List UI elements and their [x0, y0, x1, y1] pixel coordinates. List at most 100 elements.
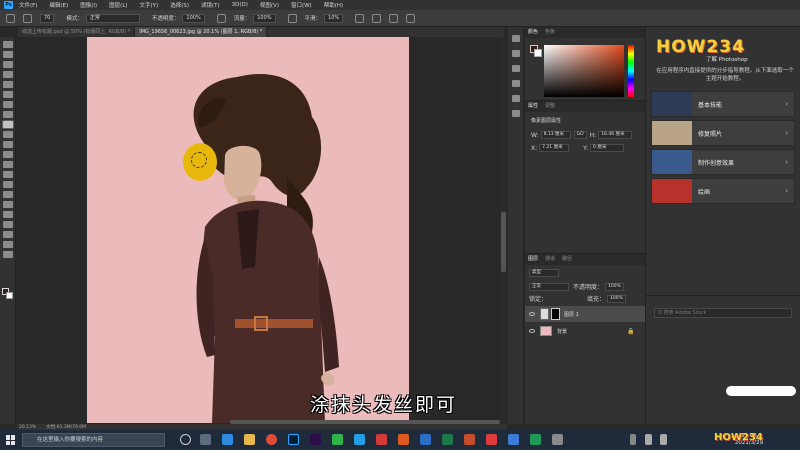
windows-start-icon[interactable] — [6, 435, 16, 445]
tab-layers[interactable]: 图层 — [528, 254, 538, 265]
task-view-icon[interactable] — [200, 434, 211, 445]
flow-field[interactable]: 100% — [253, 13, 276, 23]
tab-channels[interactable]: 通道 — [545, 254, 555, 265]
layer-row-background[interactable]: 背景 🔒 — [525, 323, 645, 339]
file-explorer-icon[interactable] — [244, 434, 255, 445]
healing-brush-tool-icon[interactable] — [2, 111, 13, 118]
photoshop-taskbar-icon[interactable] — [288, 434, 299, 445]
settings-gear-icon[interactable] — [355, 13, 365, 23]
eraser-tool-icon[interactable] — [2, 151, 13, 158]
word-icon[interactable] — [420, 434, 431, 445]
menu-3d[interactable]: 3D(D) — [232, 2, 248, 8]
link-dimensions-button[interactable]: GO — [573, 131, 587, 139]
color-background-swatch[interactable] — [534, 49, 542, 57]
height-field[interactable]: 16.46 厘米 — [598, 131, 633, 139]
qq-icon[interactable] — [354, 434, 365, 445]
app-icon-red[interactable] — [376, 434, 387, 445]
layer-mask-thumbnail[interactable] — [551, 308, 560, 320]
opacity-field[interactable]: 100% — [182, 13, 205, 23]
blend-mode-select[interactable]: 正常 — [529, 282, 569, 291]
app-icon-pdf[interactable] — [464, 434, 475, 445]
visibility-eye-icon[interactable] — [529, 312, 535, 316]
menu-type[interactable]: 文字(Y) — [140, 1, 159, 9]
brush-size-field[interactable]: 70 — [40, 13, 55, 23]
premiere-icon[interactable] — [310, 434, 321, 445]
tab-adjustments[interactable]: 调整 — [545, 101, 555, 112]
marquee-tool-icon[interactable] — [2, 51, 13, 58]
volume-icon[interactable] — [660, 434, 667, 445]
layer-opacity-field[interactable]: 100% — [605, 282, 624, 291]
tab-document-2[interactable]: IMG_19656_00623.jpg @ 20.1% (图层 1, RGB/8… — [135, 27, 268, 37]
history-panel-icon[interactable] — [511, 35, 520, 42]
netease-music-icon[interactable] — [486, 434, 497, 445]
zoom-level[interactable]: 20.13% — [19, 425, 36, 430]
layer-row-layer1[interactable]: 图层 1 — [525, 306, 645, 322]
brush-tool-icon[interactable] — [1, 120, 14, 129]
symmetry-icon[interactable] — [406, 13, 416, 23]
y-field[interactable]: 0 厘米 — [590, 144, 625, 152]
taskbar-search-input[interactable]: 在这里输入你要搜索的内容 — [22, 433, 165, 447]
smoothing-field[interactable]: 10% — [324, 13, 344, 23]
quick-select-tool-icon[interactable] — [2, 71, 13, 78]
home-icon[interactable] — [6, 13, 15, 23]
menu-window[interactable]: 窗口(W) — [291, 1, 312, 9]
path-select-tool-icon[interactable] — [2, 211, 13, 218]
pressure-opacity-icon[interactable] — [216, 13, 226, 23]
zoom-tool-icon[interactable] — [2, 241, 13, 248]
fill-field[interactable]: 100% — [607, 294, 626, 303]
app-icon-blue[interactable] — [508, 434, 519, 445]
crop-tool-icon[interactable] — [2, 81, 13, 88]
mode-select[interactable]: 正常 — [85, 13, 140, 23]
hand-tool-icon[interactable] — [2, 231, 13, 238]
rectangle-tool-icon[interactable] — [2, 221, 13, 228]
angle-icon[interactable] — [372, 13, 382, 23]
edge-browser-icon[interactable] — [222, 434, 233, 445]
move-tool-icon[interactable] — [2, 41, 13, 48]
menu-image[interactable]: 图像(I) — [80, 1, 97, 9]
background-color-swatch[interactable] — [6, 292, 13, 299]
layer-name[interactable]: 图层 1 — [564, 311, 579, 318]
app-icon-grey[interactable] — [552, 434, 563, 445]
tab-properties[interactable]: 属性 — [528, 101, 538, 112]
brush-tool-icon[interactable] — [23, 13, 32, 23]
pen-tool-icon[interactable] — [2, 191, 13, 198]
history-brush-tool-icon[interactable] — [2, 141, 13, 148]
document-canvas[interactable] — [87, 37, 409, 423]
layer-name[interactable]: 背景 — [557, 328, 567, 335]
vertical-scrollbar[interactable] — [500, 37, 507, 424]
hue-slider[interactable] — [628, 45, 634, 97]
learn-card-fix-photo[interactable]: 修复照片 › — [651, 120, 795, 146]
menu-filter[interactable]: 滤镜(T) — [201, 1, 220, 9]
tray-chevron-icon[interactable] — [630, 434, 636, 445]
tab-swatches[interactable]: 色板 — [545, 27, 555, 38]
wechat-icon[interactable] — [332, 434, 343, 445]
frame-tool-icon[interactable] — [2, 91, 13, 98]
excel-icon-2[interactable] — [530, 434, 541, 445]
app-icon-orange[interactable] — [398, 434, 409, 445]
eyedropper-tool-icon[interactable] — [2, 101, 13, 108]
menu-help[interactable]: 帮助(H) — [324, 1, 343, 9]
tab-color[interactable]: 颜色 — [528, 27, 538, 38]
tab-document-1[interactable]: 综选上传标题.psd @ 50% (标题同上, RGB/8) * — [18, 27, 136, 37]
layer-kind-filter[interactable]: 类型 — [529, 269, 559, 277]
width-field[interactable]: 8.13 厘米 — [540, 131, 571, 139]
menu-file[interactable]: 文件(F) — [19, 1, 37, 9]
menu-select[interactable]: 选择(S) — [170, 1, 189, 9]
input-method-toolbar[interactable] — [726, 386, 796, 396]
color-picker-field[interactable] — [544, 45, 624, 97]
excel-icon[interactable] — [442, 434, 453, 445]
menu-edit[interactable]: 编辑(E) — [49, 1, 68, 9]
learn-card-basic-skills[interactable]: 基本技能 › — [651, 91, 795, 117]
blur-tool-icon[interactable] — [2, 171, 13, 178]
more-tools-icon[interactable] — [2, 251, 13, 258]
stock-search-input[interactable]: Q 搜索 Adobe Stock — [654, 308, 792, 318]
lasso-tool-icon[interactable] — [2, 61, 13, 68]
chrome-icon[interactable] — [266, 434, 277, 445]
pressure-size-icon[interactable] — [389, 13, 399, 23]
menu-layer[interactable]: 图层(L) — [109, 1, 127, 9]
character-panel-icon[interactable] — [511, 95, 520, 102]
gradient-tool-icon[interactable] — [2, 161, 13, 168]
network-icon[interactable] — [645, 434, 652, 445]
visibility-eye-icon[interactable] — [529, 329, 535, 333]
libraries-panel-icon[interactable] — [511, 65, 520, 72]
